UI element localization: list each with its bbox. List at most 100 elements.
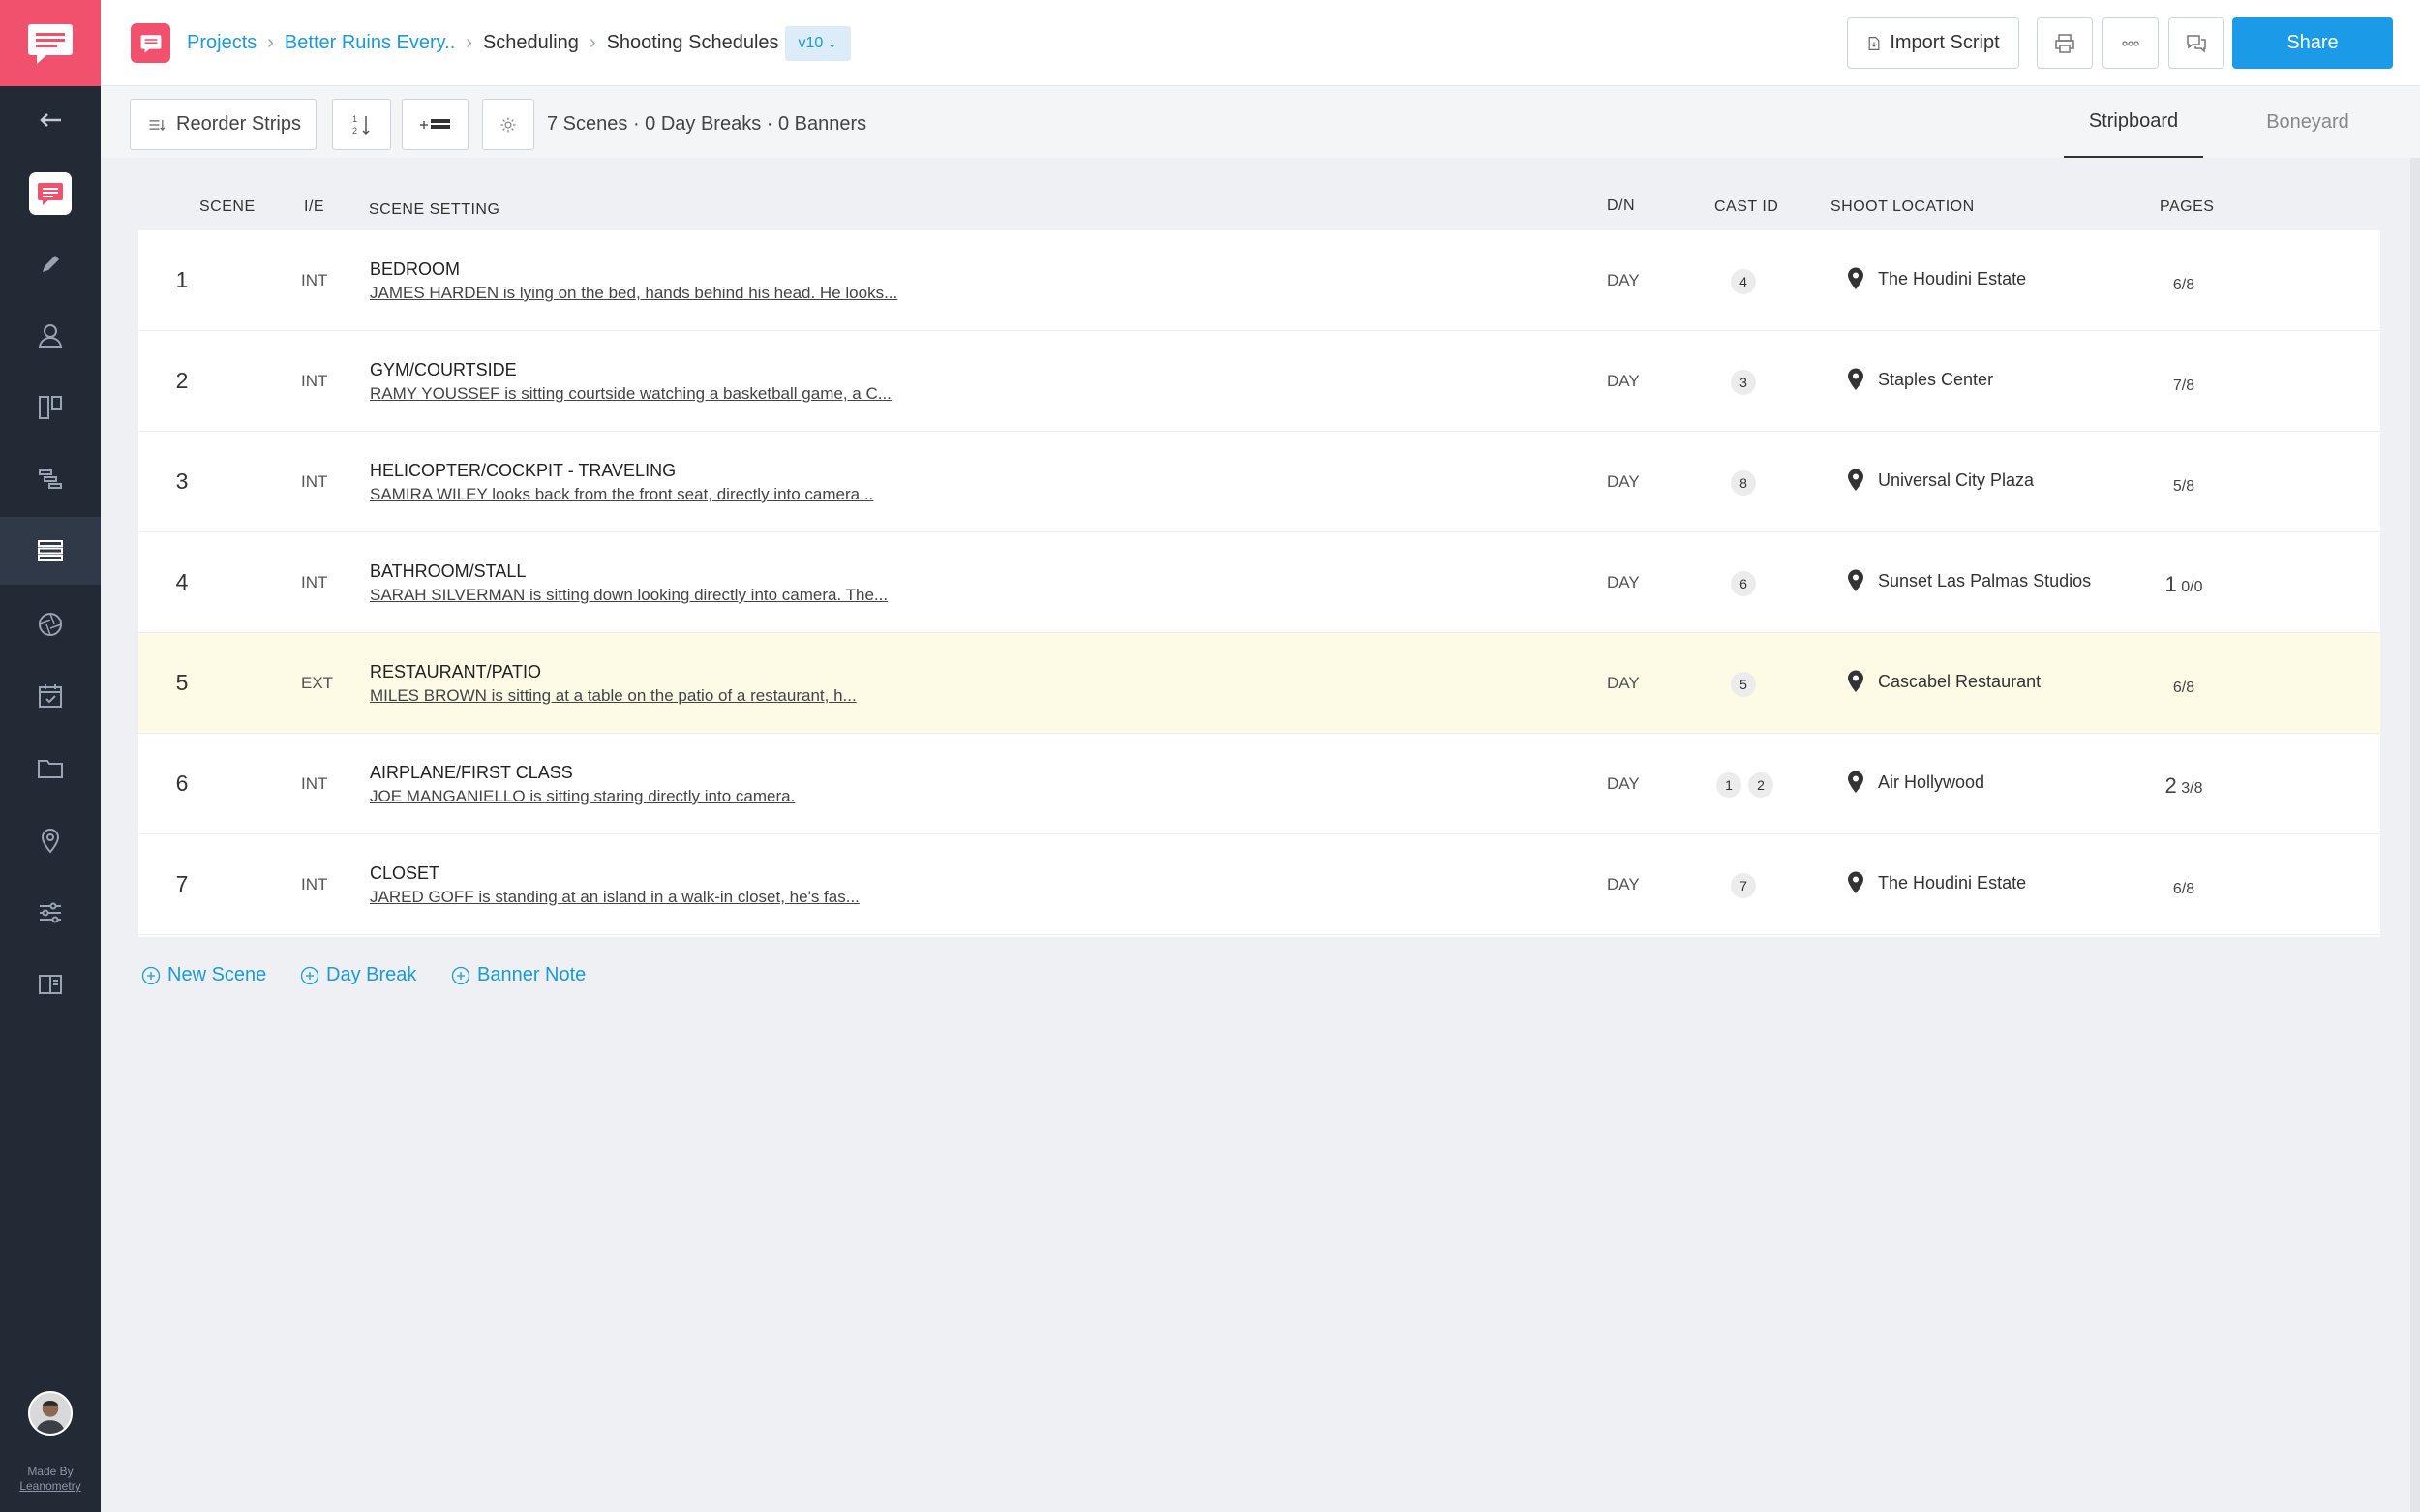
scene-number: 1 [175, 267, 189, 292]
int-ext: INT [301, 875, 328, 893]
scene-description-link[interactable]: JARED GOFF is standing at an island in a… [370, 888, 860, 907]
scene-number: 7 [175, 871, 189, 896]
breadcrumb-scheduling[interactable]: Scheduling [483, 32, 579, 54]
comments-button[interactable] [2168, 17, 2224, 69]
cast-id-badge[interactable]: 4 [1731, 269, 1756, 294]
table-row[interactable]: 1 INT BEDROOM JAMES HARDEN is lying on the … [138, 230, 2380, 331]
column-header-pages[interactable]: Pages [2160, 198, 2214, 216]
sidebar-item-settings[interactable] [0, 879, 101, 947]
shoot-location[interactable]: Cascabel Restaurant [1847, 670, 2041, 693]
print-button[interactable] [2037, 17, 2093, 69]
day-night: DAY [1607, 573, 1640, 591]
breadcrumb-projects[interactable]: Projects [187, 32, 257, 54]
strip-settings-button[interactable] [482, 99, 534, 150]
cast-ids: 6 [1731, 571, 1756, 596]
scene-description-link[interactable]: RAMY YOUSSEF is sitting courtside watchi… [370, 384, 892, 404]
svg-text:2: 2 [352, 126, 357, 136]
table-row[interactable]: 7 INT CLOSET JARED GOFF is standing at an i… [138, 834, 2380, 935]
company-link[interactable]: Leanometry [0, 1479, 101, 1494]
cast-id-badge[interactable]: 6 [1731, 571, 1756, 596]
location-name: The Houdini Estate [1878, 872, 2027, 892]
cast-ids: 4 [1731, 269, 1756, 294]
map-pin-icon [1848, 569, 1863, 591]
table-row[interactable]: 6 INT AIRPLANE/FIRST CLASS JOE MANGANIELLO … [138, 734, 2380, 834]
sidebar-item-help[interactable] [0, 951, 101, 1018]
breadcrumb-project[interactable]: Better Ruins Every.. [285, 32, 455, 54]
table-row[interactable]: 4 INT BATHROOM/STALL SARAH SILVERMAN is sit… [138, 532, 2380, 633]
scene-description-link[interactable]: SARAH SILVERMAN is sitting down looking … [370, 586, 888, 605]
tab-boneyard[interactable]: Boneyard [2238, 86, 2377, 158]
add-strip-button[interactable] [402, 99, 469, 150]
page-fraction: 7/8 [2172, 378, 2195, 394]
more-options-button[interactable] [2102, 17, 2159, 69]
table-row[interactable]: 2 INT GYM/COURTSIDE RAMY YOUSSEF is sitting… [138, 331, 2380, 432]
sidebar-item-breakdown[interactable] [0, 445, 101, 513]
map-pin-icon [1848, 670, 1863, 692]
cast-id-badge[interactable]: 3 [1731, 370, 1756, 395]
share-button[interactable]: Share [2232, 17, 2393, 69]
scene-description-link[interactable]: JOE MANGANIELLO is sitting staring direc… [370, 787, 795, 806]
app-logo[interactable] [0, 0, 101, 86]
page-whole: 1 [2164, 572, 2177, 596]
column-header-scene[interactable]: Scene [199, 198, 256, 216]
day-night: DAY [1607, 674, 1640, 692]
scene-heading: AIRPLANE/FIRST CLASS [370, 763, 573, 782]
scene-description-link[interactable]: MILES BROWN is sitting at a table on the… [370, 686, 857, 706]
day-break-button[interactable]: Day Break [300, 964, 416, 986]
page-count: 5/8 [2145, 471, 2223, 497]
sidebar-item-project[interactable] [0, 160, 101, 227]
scene-setting: BATHROOM/STALL SARAH SILVERMAN is sitting… [370, 561, 888, 605]
shoot-location[interactable]: The Houdini Estate [1847, 871, 2026, 894]
page-fraction: 6/8 [2172, 277, 2195, 293]
page-fraction: 3/8 [2181, 780, 2203, 797]
avatar-portrait-icon [35, 1400, 66, 1434]
location-name: Sunset Las Palmas Studios [1878, 570, 2092, 590]
sidebar-item-script[interactable] [0, 230, 101, 298]
user-avatar[interactable] [28, 1391, 73, 1436]
scene-description-link[interactable]: SAMIRA WILEY looks back from the front s… [370, 485, 873, 504]
location-name: Air Hollywood [1878, 771, 1985, 792]
scene-number: 5 [175, 670, 189, 695]
project-badge-icon[interactable] [131, 23, 170, 63]
cast-id-badge[interactable]: 1 [1716, 772, 1741, 798]
scene-heading: HELICOPTER/COCKPIT - TRAVELING [370, 461, 677, 480]
page-count: 1 0/0 [2145, 572, 2223, 597]
schedule-toolbar: Reorder Strips 12 7 Scenes · 0 Day Break… [101, 86, 2420, 158]
back-button[interactable] [0, 86, 101, 154]
sidebar-item-files[interactable] [0, 734, 101, 801]
cast-id-badge[interactable]: 8 [1731, 470, 1756, 496]
column-header-shoot-location[interactable]: Shoot Location [1830, 198, 1975, 216]
import-script-button[interactable]: Import Script [1847, 17, 2019, 69]
cast-id-badge[interactable]: 2 [1748, 772, 1773, 798]
new-scene-button[interactable]: New Scene [141, 964, 266, 986]
cast-id-badge[interactable]: 7 [1731, 873, 1756, 898]
book-icon [39, 975, 62, 994]
sidebar-item-cast[interactable] [0, 302, 101, 370]
shoot-location[interactable]: The Houdini Estate [1847, 267, 2026, 290]
cast-id-badge[interactable]: 5 [1731, 672, 1756, 697]
sidebar-item-locations[interactable] [0, 806, 101, 874]
shoot-location[interactable]: Universal City Plaza [1847, 469, 2034, 492]
column-header-cast-id[interactable]: Cast ID [1714, 198, 1778, 216]
sort-button[interactable]: 12 [332, 99, 391, 150]
sidebar-item-calendar[interactable] [0, 662, 101, 730]
shoot-location[interactable]: Sunset Las Palmas Studios [1847, 569, 2091, 592]
reorder-strips-button[interactable]: Reorder Strips [130, 99, 317, 150]
column-header-ie[interactable]: I/E [304, 198, 324, 216]
gear-icon [500, 117, 516, 132]
shoot-location[interactable]: Staples Center [1847, 368, 1993, 391]
table-row[interactable]: 5 EXT RESTAURANT/PATIO MILES BROWN is sitti… [138, 633, 2380, 734]
banner-note-button[interactable]: Banner Note [451, 964, 586, 986]
tab-stripboard[interactable]: Stripboard [2064, 86, 2203, 158]
scene-description-link[interactable]: JAMES HARDEN is lying on the bed, hands … [370, 284, 897, 303]
column-header-dn[interactable]: D/N [1607, 197, 1635, 215]
vertical-scrollbar[interactable] [2410, 158, 2420, 1512]
sidebar-item-storyboard[interactable] [0, 374, 101, 441]
version-dropdown[interactable]: v10 ⌄ [784, 25, 851, 61]
column-header-scene-setting[interactable]: Scene Setting [369, 201, 499, 219]
sidebar-item-scheduling[interactable] [0, 517, 101, 585]
page-count: 6/8 [2145, 874, 2223, 899]
sidebar-item-shotlist[interactable] [0, 590, 101, 658]
table-row[interactable]: 3 INT HELICOPTER/COCKPIT - TRAVELING SAMIRA… [138, 432, 2380, 532]
shoot-location[interactable]: Air Hollywood [1847, 771, 1984, 794]
